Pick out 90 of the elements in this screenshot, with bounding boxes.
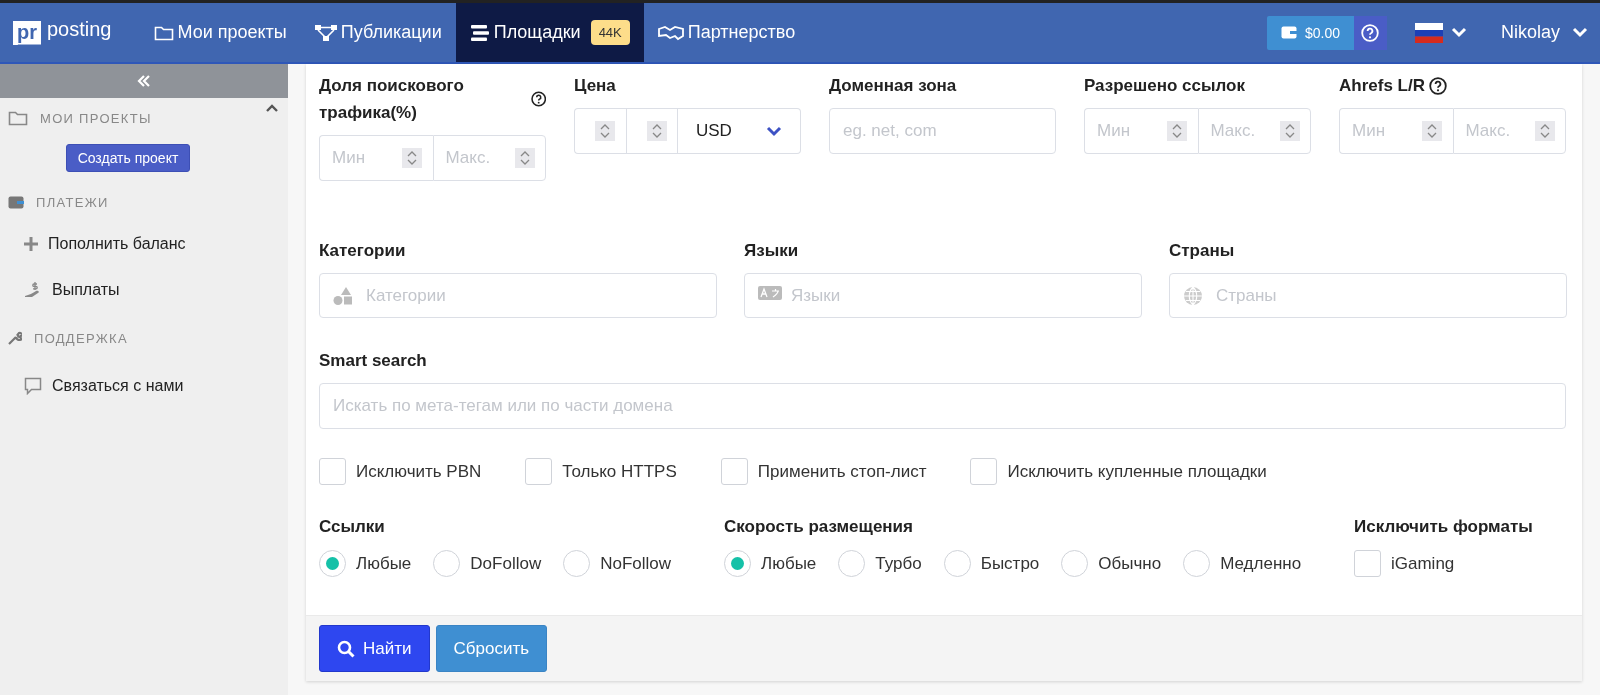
checkbox[interactable]	[319, 458, 346, 485]
double-chevron-left-icon[interactable]	[137, 75, 151, 87]
russia-flag-icon	[1414, 22, 1443, 43]
spinner-icon[interactable]	[401, 148, 422, 168]
domain-zone-field[interactable]: eg. net, com	[829, 108, 1056, 154]
nav-tab[interactable]: Публикации	[300, 3, 456, 62]
spinner-icon[interactable]	[1535, 121, 1555, 141]
group-label: Исключить форматы	[1354, 516, 1533, 538]
multiselect-field[interactable]: Языки	[744, 273, 1142, 318]
search-field[interactable]: Искать по мета-тегам или по части домена	[319, 383, 1566, 429]
radio-button[interactable]	[433, 550, 461, 577]
nav-tab[interactable]: Партнерство	[643, 3, 810, 62]
group-label: Ссылки	[319, 516, 386, 538]
field-label: Ahrefs L/R	[1339, 75, 1425, 97]
radio-label[interactable]: Обычно	[1098, 553, 1162, 574]
checkbox[interactable]	[525, 458, 553, 485]
user-name[interactable]: Nikolay	[1500, 22, 1560, 43]
sidebar-item[interactable]: Выплаты	[0, 268, 288, 312]
radio-button[interactable]	[563, 550, 591, 577]
checkbox[interactable]	[1354, 550, 1381, 577]
chevron-down-icon	[1572, 27, 1588, 38]
field-label: Доменная зона	[829, 75, 957, 97]
create-project-button[interactable]: Создать проект	[65, 144, 191, 172]
spinner-icon[interactable]	[1280, 121, 1300, 141]
field-label: Страны	[1169, 240, 1236, 262]
radio-button[interactable]	[1061, 550, 1089, 577]
checkbox-label[interactable]: Только HTTPS	[562, 461, 677, 482]
folder-icon	[153, 24, 174, 41]
plus-icon	[24, 237, 38, 251]
folder-icon	[8, 110, 28, 126]
radio-button[interactable]	[724, 550, 751, 577]
field-label: Цена	[574, 75, 616, 97]
checkbox[interactable]	[970, 458, 998, 485]
nav-tab[interactable]: Мои проекты	[139, 3, 301, 62]
currency-select[interactable]: USD	[678, 108, 801, 154]
spinner-icon[interactable]	[647, 121, 667, 141]
spinner-icon[interactable]	[595, 121, 615, 141]
search-icon	[337, 639, 355, 658]
wallet-icon	[8, 195, 24, 209]
caret-up-icon[interactable]	[266, 104, 278, 113]
checkbox-label[interactable]: Исключить купленные площадки	[1007, 461, 1267, 482]
field-label: Категории	[319, 240, 407, 262]
field-label: Доля поискового трафика(%)	[319, 75, 465, 124]
spinner-icon[interactable]	[1166, 121, 1187, 141]
sidebar-item[interactable]: Пополнить баланс	[0, 222, 288, 266]
help-button[interactable]	[1353, 15, 1387, 50]
money-hand-icon	[24, 281, 42, 299]
logo-text[interactable]: posting	[47, 18, 112, 41]
wallet-icon	[1280, 26, 1297, 39]
radio-label[interactable]: Любые	[761, 553, 817, 574]
max-field[interactable]: Макс.	[432, 135, 546, 181]
field-label: Разрешено ссылок	[1084, 75, 1245, 97]
radio-button[interactable]	[943, 550, 971, 577]
radio-button[interactable]	[838, 550, 866, 577]
help-icon	[1361, 23, 1380, 42]
radio-label[interactable]: Любые	[356, 553, 412, 574]
field-label: Smart search	[319, 350, 428, 372]
chat-icon	[24, 377, 42, 395]
nodes-icon	[314, 23, 337, 42]
sidebar-item[interactable]: Связаться с нами	[0, 364, 288, 408]
min-field[interactable]: Мин	[1339, 108, 1453, 154]
multiselect-field[interactable]: Категории	[319, 273, 717, 318]
spinner-icon[interactable]	[1421, 121, 1442, 141]
logo-mark[interactable]: pr	[13, 20, 41, 45]
max-field[interactable]: Макс.	[1197, 108, 1311, 154]
currency-value: USD	[696, 121, 732, 141]
field-label: Языки	[744, 240, 800, 262]
chevron-down-icon	[1450, 27, 1467, 38]
radio-button[interactable]	[1183, 550, 1211, 577]
radio-label[interactable]: Медленно	[1220, 553, 1302, 574]
group-label: Скорость размещения	[724, 516, 914, 538]
nav-tab[interactable]: Площадки 44K	[455, 3, 644, 62]
spinner-icon[interactable]	[515, 148, 535, 168]
radio-label[interactable]: Быстро	[980, 553, 1040, 574]
checkbox-label[interactable]: Исключить PBN	[356, 461, 482, 482]
radio-label[interactable]: Турбо	[875, 553, 922, 574]
checkbox-label[interactable]: iGaming	[1391, 553, 1455, 574]
max-field[interactable]: Макс.	[1452, 108, 1566, 154]
multiselect-field[interactable]: Страны	[1169, 273, 1567, 318]
min-field[interactable]: Мин	[319, 135, 433, 181]
radio-label[interactable]: DoFollow	[470, 553, 542, 574]
search-button[interactable]: Найти	[319, 625, 430, 672]
min-field[interactable]: Мин	[1084, 108, 1198, 154]
chevron-down-icon	[766, 125, 782, 137]
count-badge: 44K	[590, 20, 630, 45]
checkbox[interactable]	[720, 458, 748, 485]
radio-button[interactable]	[319, 550, 346, 577]
list-icon	[469, 23, 490, 42]
checkbox-label[interactable]: Применить стоп-лист	[757, 461, 927, 482]
radio-label[interactable]: NoFollow	[600, 553, 672, 574]
